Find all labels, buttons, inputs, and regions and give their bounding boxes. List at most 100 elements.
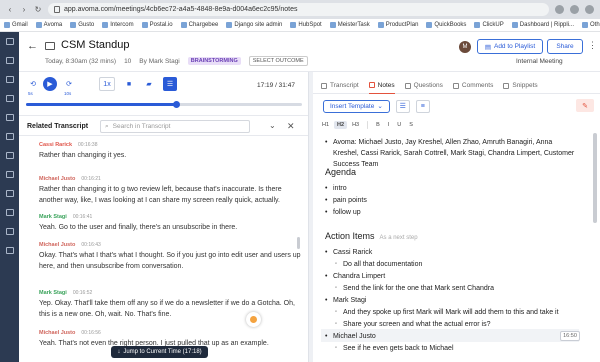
speaker-name[interactable]: Mark Stagi xyxy=(39,214,67,220)
speaker-name[interactable]: Michael Justo xyxy=(39,242,75,248)
format-b-button[interactable]: B xyxy=(373,121,383,129)
bookmark-item[interactable]: HubSpot xyxy=(290,22,322,28)
menu-icon[interactable] xyxy=(5,38,14,45)
jump-to-current-time-button[interactable]: ↓ Jump to Current Time (17:18) xyxy=(111,346,208,358)
bookmark-icon xyxy=(377,22,384,28)
bell-icon[interactable] xyxy=(5,209,14,216)
speaker-name[interactable]: Michael Justo xyxy=(39,176,75,182)
tab-transcript[interactable]: Transcript xyxy=(321,78,359,94)
back-button[interactable]: ← xyxy=(27,40,38,52)
format-h2-button[interactable]: H2 xyxy=(334,121,348,129)
tab-snippets[interactable]: Snippets xyxy=(503,78,538,94)
playlist-icon[interactable] xyxy=(5,114,14,121)
speaker-name[interactable]: Michael Justo xyxy=(39,330,75,336)
timestamp[interactable]: 00:16:43 xyxy=(81,242,100,248)
bookmark-icon xyxy=(426,22,433,28)
timestamp[interactable]: 00:16:56 xyxy=(81,330,100,336)
back-arrow-icon[interactable]: ‹ xyxy=(6,5,14,14)
bookmark-item[interactable]: ProductPlan xyxy=(377,22,419,28)
timestamp[interactable]: 00:16:38 xyxy=(78,142,97,148)
rewind-button[interactable]: ⟲ xyxy=(27,77,39,91)
avoma-assistant-button[interactable] xyxy=(246,312,261,327)
forward-button[interactable]: ⟳ xyxy=(63,77,75,91)
transcript-panel-toggle[interactable]: ☰ xyxy=(163,77,177,91)
participants-count[interactable]: 10 xyxy=(124,58,131,65)
chevron-down-icon[interactable]: ⌄ xyxy=(269,121,276,130)
close-icon[interactable]: ✕ xyxy=(287,121,295,132)
deals-icon[interactable] xyxy=(5,152,14,159)
transcript-entry[interactable]: Michael Justo 00:16:21 Rather than changin… xyxy=(39,176,301,206)
more-options-icon[interactable]: ⋮ xyxy=(588,40,597,51)
speaker-name[interactable]: Mark Stagi xyxy=(39,290,67,296)
help-icon[interactable] xyxy=(5,247,14,254)
bookmark-label: ProductPlan xyxy=(385,22,419,28)
insert-template-button[interactable]: Insert Template ⌄ xyxy=(323,99,390,113)
outcome-select[interactable]: SELECT OUTCOME xyxy=(248,56,308,66)
timestamp[interactable]: 00:16:41 xyxy=(73,214,92,220)
bookmark-item[interactable]: Other Bookmarks xyxy=(582,22,600,28)
forward-arrow-icon[interactable]: › xyxy=(20,5,28,14)
bookmark-item[interactable]: ClickUP xyxy=(474,22,504,28)
address-bar[interactable]: app.avoma.com/meetings/4cb6ec72-a4a5-484… xyxy=(48,3,549,16)
meetings-icon[interactable] xyxy=(5,76,14,83)
bookmark-item[interactable]: Intercom xyxy=(102,22,134,28)
search-icon[interactable] xyxy=(5,95,14,102)
attendees-line: Avoma: Michael Justo, Jay Kreshel, Allen… xyxy=(325,137,578,170)
settings-icon[interactable] xyxy=(5,228,14,235)
format-u-button[interactable]: U xyxy=(394,121,404,129)
bookmark-item[interactable]: Django site admin xyxy=(226,22,282,28)
bookmark-item[interactable]: Gmail xyxy=(4,22,28,28)
purpose-tag[interactable]: BRAINSTORMING xyxy=(187,57,241,65)
bookmark-icon xyxy=(180,22,187,28)
share-button[interactable]: Share xyxy=(547,39,583,54)
extension-icon[interactable] xyxy=(570,5,579,14)
comment-icon[interactable]: ▰ xyxy=(143,77,155,91)
speed-button[interactable]: 1x xyxy=(99,77,115,91)
bookmark-item[interactable]: Chargebee xyxy=(180,22,218,28)
profile-icon[interactable] xyxy=(585,5,594,14)
notes-editor[interactable]: Avoma: Michael Justo, Jay Kreshel, Allen… xyxy=(313,133,593,362)
bookmark-item[interactable]: Dashboard | Rippli... xyxy=(511,22,574,28)
format-icon[interactable]: ☰ xyxy=(395,99,410,113)
timestamp-badge[interactable]: 16:50 xyxy=(560,331,580,341)
progress-track[interactable] xyxy=(26,101,302,108)
progress-handle[interactable] xyxy=(173,101,181,108)
format-s-button[interactable]: S xyxy=(406,121,416,129)
transcript-entry[interactable]: Mark Stagi 00:16:41 Yeah. Go to the user a… xyxy=(39,214,301,233)
highlight-icon[interactable]: ✎ xyxy=(576,99,594,112)
transcript-search-input[interactable]: ⌕ Search in Transcript xyxy=(100,120,250,133)
tab-questions[interactable]: Questions xyxy=(404,78,443,94)
tab-comments[interactable]: Comments xyxy=(452,78,494,94)
bookmark-item[interactable]: Postal.io xyxy=(141,22,173,28)
format-h1-button[interactable]: H1 xyxy=(319,121,332,129)
avatar[interactable]: M xyxy=(459,41,471,53)
browser-toolbar: ‹ › ↻ app.avoma.com/meetings/4cb6ec72-a4… xyxy=(0,0,600,19)
bookmark-item[interactable]: QuickBooks xyxy=(426,22,466,28)
calendar-icon[interactable] xyxy=(5,57,14,64)
analytics-icon[interactable] xyxy=(5,133,14,140)
format-i-button[interactable]: I xyxy=(385,121,393,129)
speaker-name[interactable]: Cassi Rarick xyxy=(39,142,72,148)
action-item: Share your screen and what the actual er… xyxy=(335,319,490,330)
bookmark-item[interactable]: Gusto xyxy=(70,22,94,28)
extension-icon[interactable] xyxy=(555,5,564,14)
reload-icon[interactable]: ↻ xyxy=(34,5,42,14)
tab-label: Comments xyxy=(461,82,494,89)
play-button[interactable]: ▶ xyxy=(43,77,57,91)
timestamp[interactable]: 00:16:52 xyxy=(73,290,92,296)
transcript-entry[interactable]: Cassi Rarick 00:16:38 Rather than changing… xyxy=(39,142,301,161)
transcript-entry[interactable]: Michael Justo 00:16:43 Okay. That's what I… xyxy=(39,242,301,272)
transcript-entry[interactable]: Mark Stagi 00:16:52 Yep. Okay. That'll tak… xyxy=(39,290,301,320)
add-to-playlist-button[interactable]: ▤ Add to Playlist xyxy=(477,39,543,54)
list-icon[interactable] xyxy=(5,171,14,178)
notes-scrollbar[interactable] xyxy=(593,133,597,223)
bookmark-item[interactable]: Avoma xyxy=(35,22,62,28)
video-toggle-icon[interactable]: ■ xyxy=(123,77,135,91)
transcript-scrollbar[interactable] xyxy=(297,237,300,249)
format-h3-button[interactable]: H3 xyxy=(349,121,362,129)
bookmark-item[interactable]: MeisterTask xyxy=(329,22,370,28)
timestamp[interactable]: 00:16:21 xyxy=(81,176,100,182)
list-format-icon[interactable]: ≡ xyxy=(415,99,430,113)
tab-notes[interactable]: Notes xyxy=(368,78,395,94)
gift-icon[interactable] xyxy=(5,190,14,197)
